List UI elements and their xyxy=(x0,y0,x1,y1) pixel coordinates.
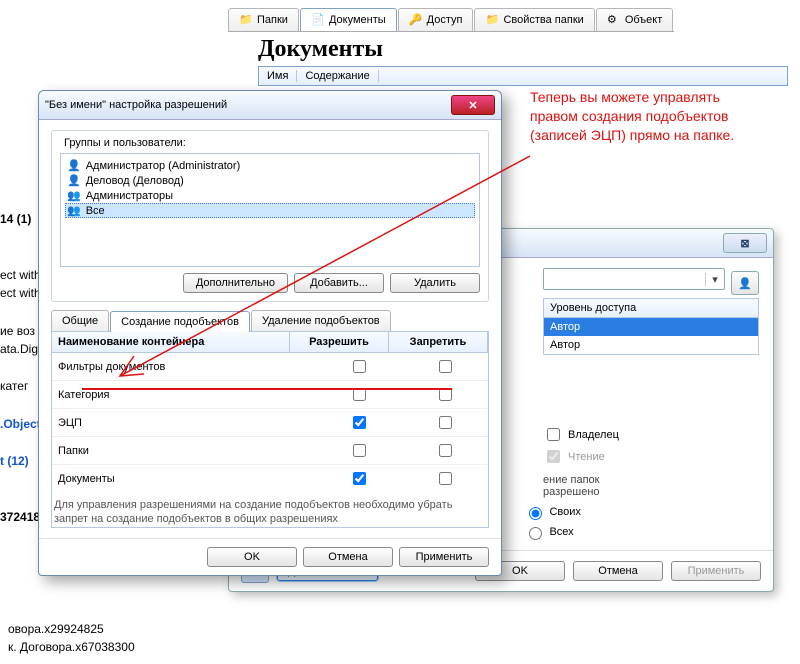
perm-tab-2[interactable]: Удаление подобъектов xyxy=(251,310,391,331)
deny-checkbox[interactable] xyxy=(439,416,452,429)
hint-text: Для управления разрешениями на создание … xyxy=(52,492,488,527)
table-header: Имя Содержание xyxy=(258,66,788,86)
cancel-button[interactable]: Отмена xyxy=(303,547,393,567)
col-container: Наименование контейнера xyxy=(52,332,290,352)
access-apply-button: Применить xyxy=(671,561,761,581)
owner-checkbox[interactable]: Владелец xyxy=(543,425,759,444)
col-content: Содержание xyxy=(297,70,378,82)
permissions-dialog: "Без имени" настройка разрешений ✕ Групп… xyxy=(38,90,502,576)
view-tab-3[interactable]: 📁Свойства папки xyxy=(474,8,594,31)
view-tab-0[interactable]: 📁Папки xyxy=(228,8,299,31)
annotation-text: Теперь вы можете управлять правом создан… xyxy=(530,88,750,145)
allow-checkbox[interactable] xyxy=(353,360,366,373)
advanced-button[interactable]: Дополнительно xyxy=(183,273,288,293)
perm-tab-1[interactable]: Создание подобъектов xyxy=(110,311,250,332)
highlight-line xyxy=(82,388,452,390)
access-row[interactable]: Автор xyxy=(544,318,758,336)
perm-row: ЭЦП xyxy=(52,409,488,437)
access-list[interactable]: АвторАвтор xyxy=(543,318,759,355)
allow-checkbox[interactable] xyxy=(353,472,366,485)
deny-checkbox[interactable] xyxy=(439,444,452,457)
perm-tab-0[interactable]: Общие xyxy=(51,310,109,331)
close-icon[interactable]: ⊠ xyxy=(723,233,767,253)
radio-group-right[interactable]: Своих Всех xyxy=(524,504,580,540)
access-list-head: Уровень доступа xyxy=(543,298,759,318)
folders-tail: ение папок xyxy=(543,474,759,486)
view-tab-1[interactable]: 📄Документы xyxy=(300,8,397,31)
view-tab-4[interactable]: ⚙Объект xyxy=(596,8,673,31)
perm-row: Документы xyxy=(52,465,488,492)
tab-icon: 📁 xyxy=(239,13,253,27)
tab-icon: 📄 xyxy=(311,13,325,27)
user-row[interactable]: 👥Все xyxy=(65,203,475,218)
perm-row: Папки xyxy=(52,437,488,465)
add-button[interactable]: Добавить... xyxy=(294,273,384,293)
allow-checkbox[interactable] xyxy=(353,416,366,429)
user-icon: 👤 xyxy=(67,159,81,172)
dialog-title: "Без имени" настройка разрешений xyxy=(45,99,227,111)
user-row[interactable]: 👤Администратор (Administrator) xyxy=(65,158,475,173)
close-icon[interactable]: ✕ xyxy=(451,95,495,115)
apply-button[interactable]: Применить xyxy=(399,547,489,567)
access-cancel-button[interactable]: Отмена xyxy=(573,561,663,581)
user-icon: 👥 xyxy=(67,204,81,217)
user-icon: 👤 xyxy=(67,174,81,187)
user-row[interactable]: 👤Деловод (Деловод) xyxy=(65,173,475,188)
perm-table: Наименование контейнера Разрешить Запрет… xyxy=(51,331,489,528)
users-list[interactable]: 👤Администратор (Administrator)👤Деловод (… xyxy=(60,153,480,267)
col-deny: Запретить xyxy=(389,332,488,352)
deny-checkbox[interactable] xyxy=(439,472,452,485)
user-icon[interactable]: 👤 xyxy=(731,271,759,295)
col-allow: Разрешить xyxy=(290,332,389,352)
tab-icon: 🔑 xyxy=(409,13,423,27)
perm-row: Категория xyxy=(52,381,488,409)
groups-label: Группы и пользователи: xyxy=(60,137,190,149)
tab-icon: 📁 xyxy=(485,13,499,27)
user-icon: 👥 xyxy=(67,189,81,202)
read-checkbox: Чтение xyxy=(543,447,759,466)
tab-icon: ⚙ xyxy=(607,13,621,27)
user-row[interactable]: 👥Администраторы xyxy=(65,188,475,203)
allowed-tail: разрешено xyxy=(543,486,759,498)
col-name: Имя xyxy=(259,70,297,82)
allow-checkbox[interactable] xyxy=(353,444,366,457)
perm-row: Фильтры документов xyxy=(52,353,488,381)
view-tab-2[interactable]: 🔑Доступ xyxy=(398,8,474,31)
deny-checkbox[interactable] xyxy=(439,360,452,373)
bottom-text: овора.x29924825 к. Договора.x67038300 xyxy=(8,621,135,656)
ok-button[interactable]: OK xyxy=(207,547,297,567)
perm-tabs: ОбщиеСоздание подобъектовУдаление подобъ… xyxy=(51,310,489,331)
access-row[interactable]: Автор xyxy=(544,336,758,354)
view-tabs: 📁Папки📄Документы🔑Доступ📁Свойства папки⚙О… xyxy=(228,8,674,32)
page-title: Документы xyxy=(258,36,383,63)
access-combo[interactable]: ▾ xyxy=(543,268,725,290)
delete-button[interactable]: Удалить xyxy=(390,273,480,293)
